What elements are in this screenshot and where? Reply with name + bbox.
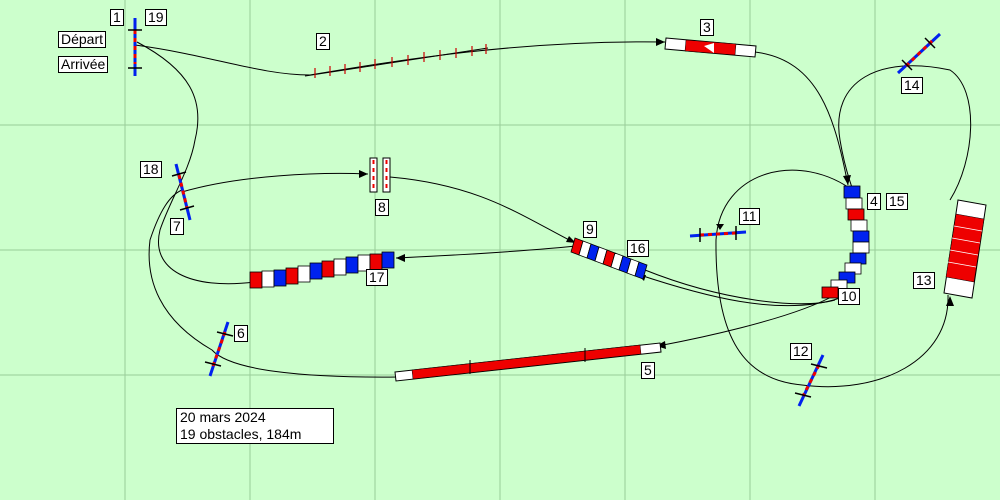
label-4: 4 <box>867 193 881 210</box>
label-8: 8 <box>375 199 389 216</box>
course-info-box: 20 mars 2024 19 obstacles, 184m <box>176 408 334 444</box>
label-16: 16 <box>627 240 649 257</box>
obstacle-11-jump <box>689 226 747 242</box>
label-12: 12 <box>790 343 812 360</box>
label-5: 5 <box>641 362 655 379</box>
label-19: 19 <box>145 9 167 26</box>
label-13: 13 <box>913 272 935 289</box>
path-arrows <box>359 38 954 349</box>
obstacle-8-double <box>369 157 391 193</box>
label-2: 2 <box>316 33 330 50</box>
label-7: 7 <box>170 218 184 235</box>
label-1: 1 <box>110 9 124 26</box>
label-3: 3 <box>700 19 714 36</box>
obstacle-6-jump <box>204 321 234 377</box>
obstacle-7-jump <box>171 163 195 221</box>
obstacle-12-jump <box>794 354 828 407</box>
label-17: 17 <box>366 269 388 286</box>
label-11: 11 <box>739 208 760 225</box>
label-14: 14 <box>901 77 923 94</box>
label-9: 9 <box>583 221 597 238</box>
label-6: 6 <box>234 325 248 342</box>
course-date: 20 mars 2024 <box>180 409 266 425</box>
label-depart: Départ <box>58 31 107 48</box>
course-map: 1 19 Départ Arrivée 2 3 4 15 5 6 7 8 9 1… <box>0 0 1000 500</box>
label-10: 10 <box>838 288 860 305</box>
obstacle-start-finish <box>128 18 142 76</box>
label-arrivee: Arrivée <box>58 56 109 73</box>
course-path <box>134 41 972 388</box>
label-18: 18 <box>140 161 162 178</box>
field-grid <box>0 0 1000 500</box>
course-summary: 19 obstacles, 184m <box>180 426 302 442</box>
obstacle-3-plank <box>664 37 757 58</box>
course-drawing <box>0 0 1000 500</box>
obstacle-13-wall <box>943 199 987 299</box>
obstacle-4-curved-tunnel <box>821 185 870 299</box>
label-15: 15 <box>886 193 908 210</box>
